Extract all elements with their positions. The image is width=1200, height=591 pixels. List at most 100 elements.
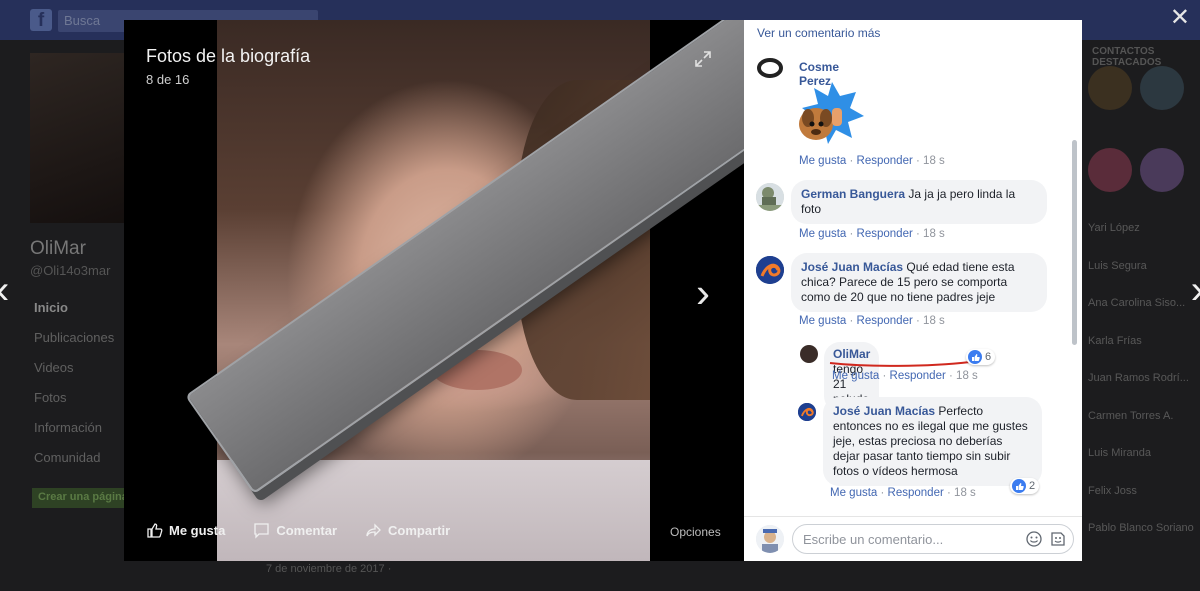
profile-name: OliMar xyxy=(30,238,86,259)
thumbs-up-icon xyxy=(147,523,163,538)
composer-icons xyxy=(1026,531,1066,547)
next-photo-icon[interactable]: › xyxy=(696,272,710,314)
comment-reply-link[interactable]: Responder xyxy=(857,155,913,167)
comment-time: 18 s xyxy=(954,487,976,499)
like-reaction-icon xyxy=(1012,479,1026,493)
comment-time: 18 s xyxy=(923,315,945,327)
commenter-name[interactable]: José Juan Macías xyxy=(833,404,935,418)
nav-item-fotos[interactable]: Fotos xyxy=(34,390,114,420)
avatar[interactable] xyxy=(756,54,784,82)
scrollbar-thumb[interactable] xyxy=(1072,140,1077,345)
swirl-avatar-icon xyxy=(798,403,816,421)
comment-like-link[interactable]: Me gusta xyxy=(799,315,846,327)
comment-time: 18 s xyxy=(956,370,978,382)
share-label: Compartir xyxy=(388,523,451,538)
current-user-avatar[interactable] xyxy=(756,525,784,553)
comment-reply-link[interactable]: Responder xyxy=(857,315,913,327)
nav-item-videos[interactable]: Videos xyxy=(34,360,114,390)
reaction-count[interactable]: 6 xyxy=(966,349,996,365)
photo-viewer: Fotos de la biografía 8 de 16 › Me gusta… xyxy=(124,20,744,561)
avatar[interactable] xyxy=(800,345,818,363)
ring-avatar-icon xyxy=(757,58,783,78)
like-button[interactable]: Me gusta xyxy=(146,522,225,539)
photo-detail xyxy=(217,460,650,561)
comment-meta: Me gusta · Responder · 18 s xyxy=(799,315,945,327)
comment-reply-link[interactable]: Responder xyxy=(857,228,913,240)
red-underline-annotation xyxy=(829,361,971,367)
nav-item-comunidad[interactable]: Comunidad xyxy=(34,450,114,480)
comment-bubble: José Juan Macías Qué edad tiene esta chi… xyxy=(791,253,1047,312)
comment-meta: Me gusta · Responder · 18 s xyxy=(830,487,976,499)
comment-meta: Me gusta · Responder · 18 s xyxy=(799,155,945,167)
contact-item[interactable]: Felix Joss xyxy=(1088,485,1194,523)
comment-reply-link[interactable]: Responder xyxy=(888,487,944,499)
comment-bubble: José Juan Macías Perfecto entonces no es… xyxy=(823,397,1042,486)
nav-item-publicaciones[interactable]: Publicaciones xyxy=(34,330,114,360)
reaction-number: 2 xyxy=(1029,480,1036,492)
comment-like-link[interactable]: Me gusta xyxy=(832,370,879,382)
nav-item-informacion[interactable]: Información xyxy=(34,420,114,450)
like-label: Me gusta xyxy=(169,523,226,538)
close-icon[interactable]: ✕ xyxy=(1170,6,1190,30)
comments-panel: Ver un comentario más Cosme Perez Me gus… xyxy=(744,20,1082,561)
comment-bubble: German Banguera Ja ja ja pero linda la f… xyxy=(791,180,1047,224)
featured-avatar[interactable] xyxy=(1088,148,1132,192)
comment-time: 18 s xyxy=(923,155,945,167)
contacts-list: Yari López Luis Segura Ana Carolina Siso… xyxy=(1088,222,1194,560)
contact-item[interactable]: Carmen Torres A. xyxy=(1088,410,1194,448)
commenter-name[interactable]: José Juan Macías xyxy=(801,260,903,274)
avatar[interactable] xyxy=(798,403,816,421)
reaction-count[interactable]: 2 xyxy=(1010,478,1040,494)
swirl-avatar-icon xyxy=(756,256,784,284)
featured-avatar[interactable] xyxy=(1088,66,1132,110)
comment-like-link[interactable]: Me gusta xyxy=(799,155,846,167)
comment-time: 18 s xyxy=(923,228,945,240)
contact-item[interactable]: Ana Carolina Siso... xyxy=(1088,297,1194,335)
right-sidebar-title: CONTACTOS DESTACADOS xyxy=(1092,46,1162,68)
comment-icon xyxy=(254,523,269,539)
emoji-icon[interactable] xyxy=(1026,531,1042,547)
contact-item[interactable]: Luis Segura xyxy=(1088,260,1194,298)
chevron-right-icon[interactable]: › xyxy=(1191,270,1200,310)
contact-item[interactable]: Karla Frías xyxy=(1088,335,1194,373)
contact-item[interactable]: Luis Miranda xyxy=(1088,447,1194,485)
commenter-name[interactable]: OliMar xyxy=(833,347,870,361)
create-page-button[interactable]: Crear una página xyxy=(32,488,124,508)
chevron-left-icon[interactable]: ‹ xyxy=(0,270,9,310)
sticker-icon[interactable] xyxy=(1050,531,1066,547)
share-button[interactable]: Compartir xyxy=(365,522,450,539)
expand-icon[interactable] xyxy=(694,50,712,68)
right-sidebar: CONTACTOS DESTACADOS Yari López Luis Seg… xyxy=(1082,40,1200,591)
contact-item[interactable]: Yari López xyxy=(1088,222,1194,260)
post-date: 7 de noviembre de 2017 · xyxy=(266,563,392,575)
facebook-logo-icon[interactable]: f xyxy=(30,9,52,31)
profile-picture xyxy=(30,53,125,223)
user-avatar-icon xyxy=(756,525,784,553)
comment-meta: Me gusta · Responder · 18 s xyxy=(799,228,945,240)
options-button[interactable]: Opciones xyxy=(670,525,721,539)
profile-nav: Inicio Publicaciones Videos Fotos Inform… xyxy=(34,300,114,480)
comment-button[interactable]: Comentar xyxy=(253,522,337,539)
avatar[interactable] xyxy=(756,183,784,211)
album-title: Fotos de la biografía xyxy=(146,46,311,66)
sticker-dog-thumbs-up xyxy=(799,82,864,144)
featured-avatar[interactable] xyxy=(1140,66,1184,110)
nav-item-inicio[interactable]: Inicio xyxy=(34,300,114,330)
comment-meta: Me gusta · Responder · 18 s xyxy=(832,370,978,382)
commenter-name[interactable]: German Banguera xyxy=(801,187,905,201)
like-reaction-icon xyxy=(968,350,982,364)
comment-composer: Escribe un comentario... xyxy=(744,516,1082,561)
photo-actions: Me gusta Comentar Compartir xyxy=(146,522,450,539)
contact-item[interactable]: Pablo Blanco Soriano xyxy=(1088,522,1194,560)
avatar[interactable] xyxy=(756,256,784,284)
comment-reply-link[interactable]: Responder xyxy=(890,370,946,382)
photo-counter: 8 de 16 xyxy=(146,72,190,87)
landscape-avatar-icon xyxy=(756,183,784,211)
share-icon xyxy=(366,523,381,537)
contact-item[interactable]: Juan Ramos Rodrí... xyxy=(1088,372,1194,410)
comment-label: Comentar xyxy=(276,523,338,538)
view-more-comments-link[interactable]: Ver un comentario más xyxy=(757,26,880,40)
comment-like-link[interactable]: Me gusta xyxy=(799,228,846,240)
comment-like-link[interactable]: Me gusta xyxy=(830,487,877,499)
featured-avatar[interactable] xyxy=(1140,148,1184,192)
